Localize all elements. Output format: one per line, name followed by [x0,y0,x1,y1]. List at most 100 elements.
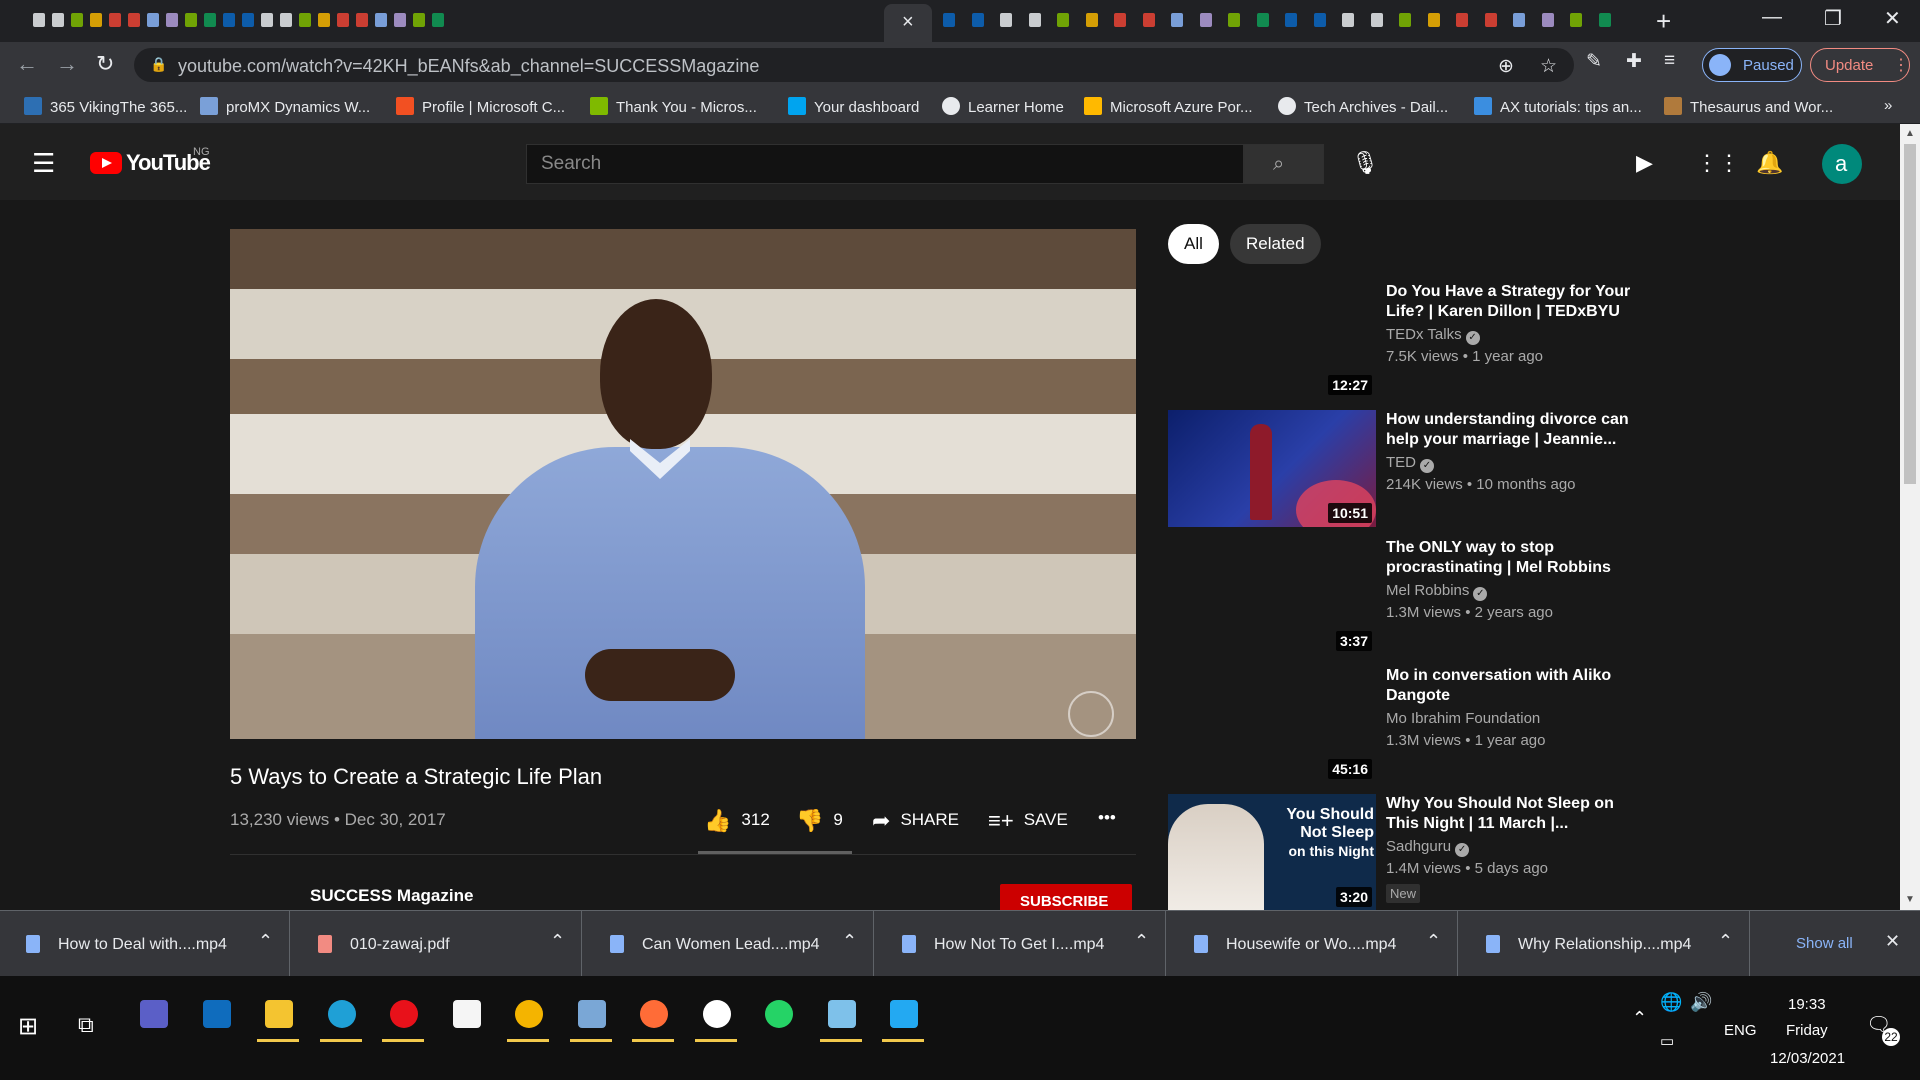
account-avatar[interactable]: a [1822,144,1862,184]
taskbar-app[interactable] [630,992,676,1042]
profile-button[interactable]: Paused [1702,48,1802,82]
related-video-item[interactable]: You Should Not Sleep on this Night 3:20 Why … [1168,794,1728,910]
search-box[interactable] [526,144,1244,184]
taskbar-app[interactable] [818,992,864,1042]
chevron-up-icon[interactable]: ⌃ [1718,931,1733,952]
taskbar-app[interactable] [693,992,739,1042]
create-video-icon[interactable]: ▶ [1636,150,1653,176]
active-tab[interactable]: × [884,4,932,42]
browser-tab[interactable] [969,10,987,30]
browser-tab[interactable] [1026,10,1044,30]
bookmark-item[interactable]: proMX Dynamics W... [200,97,370,116]
taskbar-app[interactable] [130,992,176,1042]
network-globe-icon[interactable]: 🌐 [1660,992,1682,1013]
notifications-bell-icon[interactable]: 🔔 [1756,150,1783,176]
browser-tab[interactable] [1282,10,1300,30]
browser-tab[interactable] [258,10,276,30]
related-video-title[interactable]: Do You Have a Strategy for Your Life? | … [1386,282,1646,322]
add-icon[interactable]: ⊕ [1498,55,1514,78]
voice-search-button[interactable]: 🎙 [1340,144,1380,184]
related-video-channel[interactable]: TED ✓ [1386,454,1434,473]
bookmark-item[interactable]: 365 VikingThe 365... [24,97,187,116]
channel-name[interactable]: SUCCESS Magazine [310,886,473,906]
download-item[interactable]: Can Women Lead....mp4 ⌃ [584,911,874,977]
bookmarks-overflow-icon[interactable]: » [1884,97,1892,114]
browser-tab[interactable] [1054,10,1072,30]
video-thumbnail[interactable]: 10:51 [1168,410,1376,527]
back-arrow-icon[interactable]: ← [16,51,38,77]
browser-tab[interactable] [49,10,67,30]
browser-tab[interactable] [1311,10,1329,30]
bookmark-item[interactable]: AX tutorials: tips an... [1474,97,1642,116]
reading-list-icon[interactable]: ≡ [1664,50,1675,72]
browser-tab[interactable] [220,10,238,30]
related-video-channel[interactable]: Mo Ibrahim Foundation [1386,710,1540,727]
download-item[interactable]: Why Relationship....mp4 ⌃ [1460,911,1750,977]
dislike-button[interactable]: 👎 9 [796,808,843,834]
clock-time[interactable]: 19:33 [1788,996,1826,1013]
taskbar-app[interactable] [318,992,364,1042]
taskbar-app[interactable] [380,992,426,1042]
related-video-title[interactable]: The ONLY way to stop procrastinating | M… [1386,538,1646,578]
taskbar-app[interactable] [755,992,801,1042]
page-scrollbar[interactable]: ▲ ▼ [1900,124,1920,910]
tray-overflow-icon[interactable]: ⌃ [1632,1008,1647,1029]
new-tab-button[interactable]: + [1656,6,1671,37]
download-item[interactable]: How Not To Get I....mp4 ⌃ [876,911,1166,977]
related-video-channel[interactable]: Sadhguru ✓ [1386,838,1470,857]
browser-tab[interactable] [391,10,409,30]
chip-related[interactable]: Related [1230,224,1321,264]
download-item[interactable]: 010-zawaj.pdf ⌃ [292,911,582,977]
scrollbar-thumb[interactable] [1904,144,1916,484]
browser-tab[interactable] [144,10,162,30]
close-window-button[interactable]: ✕ [1884,6,1901,31]
browser-tab[interactable] [87,10,105,30]
extensions-puzzle-icon[interactable]: ✚ [1626,50,1642,73]
browser-tab[interactable] [182,10,200,30]
browser-tab[interactable] [1482,10,1500,30]
taskbar-app[interactable] [255,992,301,1042]
bookmark-item[interactable]: Thank You - Micros... [590,97,757,116]
browser-tab[interactable] [334,10,352,30]
show-all-downloads-button[interactable]: Show all [1764,927,1888,961]
browser-tab[interactable] [429,10,447,30]
browser-tab[interactable] [30,10,48,30]
subscribe-button[interactable]: SUBSCRIBE [1000,884,1132,910]
browser-tab[interactable] [1539,10,1557,30]
like-button[interactable]: 👍 312 [704,808,770,834]
close-tab-icon[interactable]: × [902,11,914,34]
video-thumbnail[interactable]: 45:16 [1168,666,1376,783]
video-player[interactable] [230,229,1136,739]
browser-tab[interactable] [1254,10,1272,30]
browser-tab[interactable] [372,10,390,30]
browser-tab[interactable] [997,10,1015,30]
browser-tab[interactable] [1368,10,1386,30]
browser-tab[interactable] [1567,10,1585,30]
bookmark-item[interactable]: Tech Archives - Dail... [1278,97,1448,116]
video-thumbnail[interactable]: 3:37 [1168,538,1376,655]
browser-tab[interactable] [277,10,295,30]
minimize-button[interactable]: — [1762,6,1782,29]
related-video-channel[interactable]: TEDx Talks ✓ [1386,326,1480,345]
scroll-up-icon[interactable]: ▲ [1905,128,1915,139]
download-item[interactable]: How to Deal with....mp4 ⌃ [0,911,290,977]
update-button[interactable]: Update ⋮ [1810,48,1910,82]
reload-icon[interactable]: ↻ [96,51,114,77]
browser-tab[interactable] [106,10,124,30]
related-video-item[interactable]: 45:16 Mo in conversation with Aliko Dango… [1168,666,1728,786]
scroll-down-icon[interactable]: ▼ [1905,894,1915,905]
related-video-channel[interactable]: Mel Robbins ✓ [1386,582,1488,601]
clock-date[interactable]: 12/03/2021 [1770,1050,1845,1067]
browser-tab[interactable] [1510,10,1528,30]
chevron-up-icon[interactable]: ⌃ [550,931,565,952]
pen-extension-icon[interactable]: ✎ [1586,50,1602,73]
related-video-item[interactable]: 10:51 How understanding divorce can help … [1168,410,1728,530]
taskbar-app[interactable] [505,992,551,1042]
channel-watermark-icon[interactable] [1068,691,1114,737]
taskbar-app[interactable] [443,992,489,1042]
bookmark-item[interactable]: Learner Home [942,97,1064,116]
browser-tab[interactable] [163,10,181,30]
bookmark-item[interactable]: Profile | Microsoft C... [396,97,565,116]
restore-button[interactable]: ❐ [1824,6,1842,31]
url-text[interactable]: youtube.com/watch?v=42KH_bEANfs&ab_chann… [178,56,759,77]
